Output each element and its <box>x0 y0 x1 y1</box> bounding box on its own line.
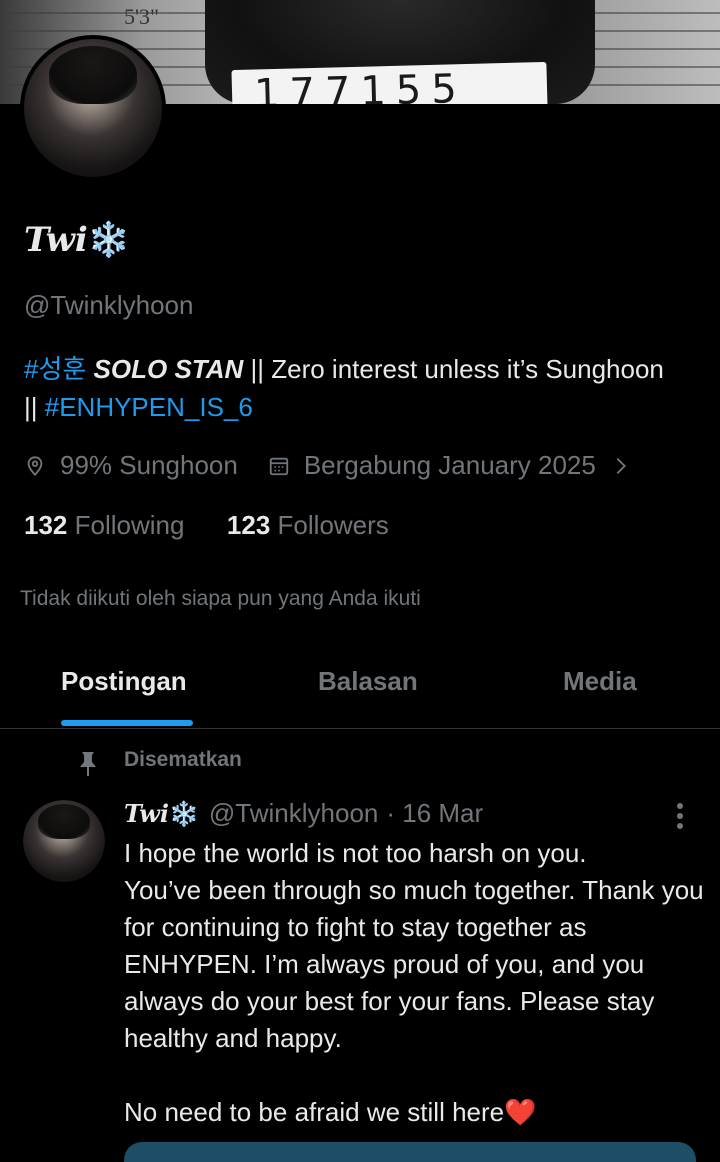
avatar-image <box>24 39 162 177</box>
post-header: Twi❄️ @Twinklyhoon · 16 Mar <box>124 798 483 829</box>
followers-link[interactable]: 123 Followers <box>227 510 389 540</box>
post-author-text: Twi <box>124 799 169 828</box>
snowflake-emoji: ❄️ <box>169 799 199 828</box>
display-name: Twi❄️ <box>24 220 130 260</box>
followers-count: 123 <box>226 510 271 540</box>
location-pin-icon <box>27 455 43 476</box>
follow-stats: 132 Following 123 Followers <box>24 510 389 541</box>
bio-hashtag-sunghoon[interactable]: #성훈 <box>24 354 86 384</box>
following-count: 132 <box>24 510 68 540</box>
pin-icon <box>80 752 96 776</box>
profile-avatar[interactable] <box>20 35 166 181</box>
display-name-text: Twi <box>24 220 88 260</box>
post-date[interactable]: · 16 Mar <box>386 798 483 829</box>
active-tab-indicator <box>61 720 193 726</box>
bio-separator: || <box>24 392 45 422</box>
profile-meta: 99% Sunghoon Bergabung January 2025 <box>24 450 632 481</box>
tab-balasan[interactable]: Balasan <box>318 666 418 697</box>
more-vertical-icon[interactable] <box>670 800 690 832</box>
chevron-right-icon[interactable] <box>610 455 632 477</box>
bio-bold-text: SOLO STAN <box>93 354 244 384</box>
location-text: 99% Sunghoon <box>60 450 238 480</box>
following-label: Following <box>74 510 185 540</box>
banner-board-number: 177155 <box>253 65 468 104</box>
calendar-icon <box>269 457 288 475</box>
profile-bio: #성훈 SOLO STAN || Zero interest unless it… <box>24 350 714 426</box>
post-handle[interactable]: @Twinklyhoon <box>209 798 378 829</box>
post-author-name[interactable]: Twi❄️ <box>124 799 199 828</box>
profile-tabs: Postingan Balasan Media <box>0 650 720 729</box>
pinned-label: Disematkan <box>124 748 242 771</box>
joined-date: Bergabung January 2025 <box>303 450 596 480</box>
followers-label: Followers <box>277 510 389 540</box>
banner-board: 177155 <box>231 61 548 104</box>
following-link[interactable]: 132 Following <box>24 510 192 540</box>
snowflake-emoji: ❄️ <box>87 220 131 260</box>
tab-media[interactable]: Media <box>563 666 637 697</box>
bio-text: || Zero interest unless it’s Sunghoon <box>243 354 664 384</box>
not-followed-text: Tidak diikuti oleh siapa pun yang Anda i… <box>20 587 421 610</box>
post-media-preview[interactable] <box>124 1142 696 1162</box>
post-avatar[interactable] <box>23 800 105 882</box>
bio-hashtag-enhypen[interactable]: #ENHYPEN_IS_6 <box>45 392 253 422</box>
tab-postingan[interactable]: Postingan <box>61 666 187 697</box>
post-text[interactable]: I hope the world is not too harsh on you… <box>124 835 714 1131</box>
banner-height-label: 5'3" <box>124 4 159 29</box>
profile-handle: @Twinklyhoon <box>24 290 194 320</box>
post-avatar-image <box>23 800 105 882</box>
